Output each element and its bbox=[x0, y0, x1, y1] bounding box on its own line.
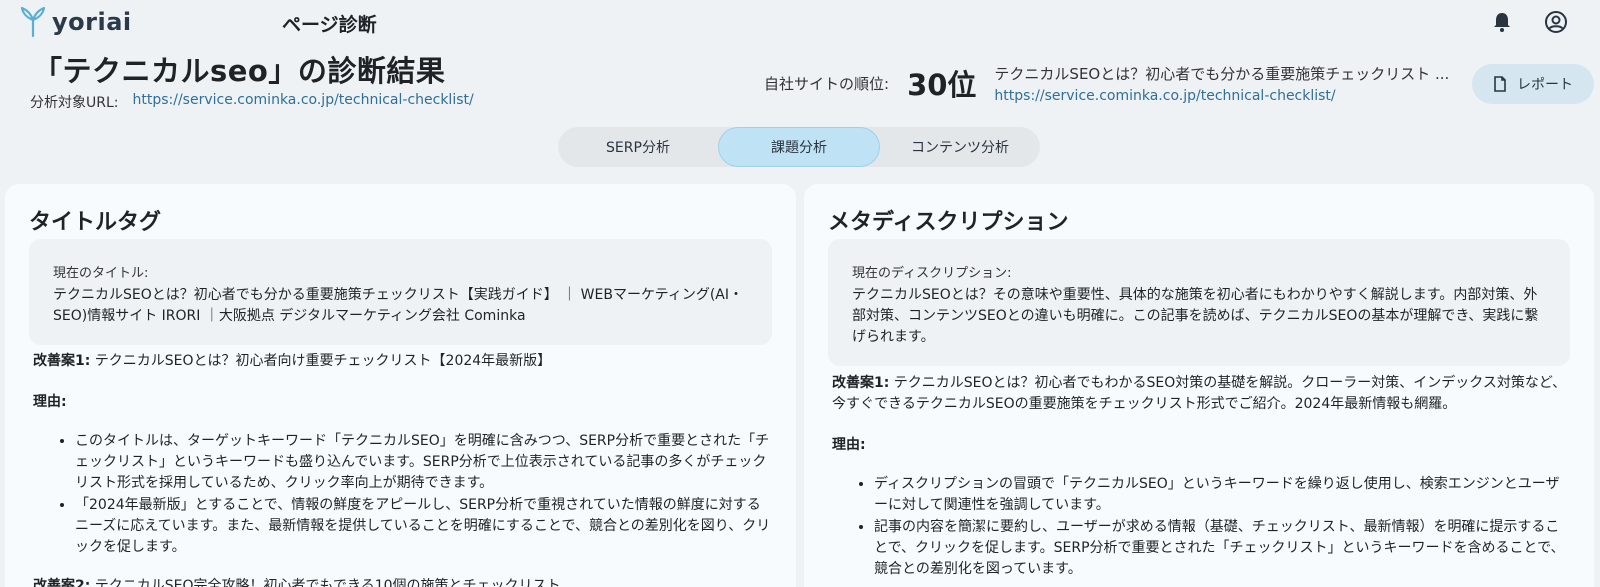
meta-description-card: メタディスクリプション 現在のディスクリプション: テクニカルSEOとは？その意… bbox=[804, 184, 1594, 587]
app-title: ページ診断 bbox=[282, 14, 377, 36]
title-proposals: 改善案1: テクニカルSEOとは？初心者向け重要チェックリスト【2024年最新版… bbox=[33, 351, 772, 587]
description-proposals: 改善案1: テクニカルSEOとは？初心者でもわかるSEO対策の基礎を解説。クロー… bbox=[832, 373, 1570, 581]
tab-issue-analysis[interactable]: 課題分析 bbox=[718, 127, 880, 167]
target-url-label: 分析対象URL: bbox=[30, 95, 119, 111]
proposal-1-text: テクニカルSEOとは？初心者向け重要チェックリスト【2024年最新版】 bbox=[94, 353, 552, 369]
description-proposal-1: 改善案1: テクニカルSEOとは？初心者でもわかるSEO対策の基礎を解説。クロー… bbox=[832, 373, 1570, 415]
site-rank-block: 自社サイトの順位: 30位 テクニカルSEOとは？初心者でも分かる重要施策チェッ… bbox=[764, 62, 1454, 104]
reason-list: このタイトルは、ターゲットキーワード「テクニカルSEO」を明確に含みつつ、SER… bbox=[33, 431, 772, 558]
proposal-2-label: 改善案2: bbox=[33, 578, 91, 587]
current-title-box: 現在のタイトル: テクニカルSEOとは？初心者でも分かる重要施策チェックリスト【… bbox=[29, 239, 772, 345]
list-item: ディスクリプションの冒頭で「テクニカルSEO」というキーワードを繰り返し使用し、… bbox=[874, 474, 1570, 516]
meta-description-heading: メタディスクリプション bbox=[828, 210, 1069, 235]
proposal-1-text: テクニカルSEOとは？初心者でもわかるSEO対策の基礎を解説。クローラー対策、イ… bbox=[832, 375, 1567, 412]
report-button-label: レポート bbox=[1517, 77, 1573, 93]
proposal-1-label: 改善案1: bbox=[832, 375, 890, 391]
current-description-label: 現在のディスクリプション: bbox=[852, 266, 1012, 281]
top-bar: yoriai ページ診断 bbox=[0, 0, 1600, 46]
target-url-row: 分析対象URL: https://service.cominka.co.jp/t… bbox=[30, 92, 474, 112]
current-description-box: 現在のディスクリプション: テクニカルSEOとは？その意味や重要性、具体的な施策… bbox=[828, 239, 1570, 366]
proposal-2-text: テクニカルSEO完全攻略！初心者でもできる10個の施策とチェックリスト bbox=[94, 578, 561, 587]
title-tag-card: タイトルタグ 現在のタイトル: テクニカルSEOとは？初心者でも分かる重要施策チ… bbox=[5, 184, 796, 587]
title-tag-heading: タイトルタグ bbox=[29, 210, 162, 235]
current-title-label: 現在のタイトル: bbox=[53, 266, 149, 281]
logo[interactable]: yoriai bbox=[20, 6, 132, 38]
list-item: このタイトルは、ターゲットキーワード「テクニカルSEO」を明確に含みつつ、SER… bbox=[75, 431, 772, 494]
analysis-tabs: SERP分析 課題分析 コンテンツ分析 bbox=[558, 127, 1040, 167]
logo-text: yoriai bbox=[52, 8, 132, 36]
page-title: 「テクニカルseo」の診断結果 bbox=[33, 54, 446, 88]
proposal-1-label: 改善案1: bbox=[33, 353, 91, 369]
tab-content-analysis[interactable]: コンテンツ分析 bbox=[880, 127, 1040, 167]
rank-page-url[interactable]: https://service.cominka.co.jp/technical-… bbox=[994, 88, 1454, 104]
bell-icon[interactable] bbox=[1490, 10, 1514, 34]
user-icon[interactable] bbox=[1544, 10, 1568, 34]
report-button[interactable]: レポート bbox=[1472, 64, 1594, 104]
tab-serp-analysis[interactable]: SERP分析 bbox=[558, 127, 718, 167]
title-proposal-1: 改善案1: テクニカルSEOとは？初心者向け重要チェックリスト【2024年最新版… bbox=[33, 351, 772, 372]
rank-value: 30位 bbox=[907, 68, 977, 102]
list-item: 記事の内容を簡潔に要約し、ユーザーが求める情報（基礎、チェックリスト、最新情報）… bbox=[874, 517, 1570, 580]
list-item: 「2024年最新版」とすることで、情報の鮮度をアピールし、SERP分析で重視され… bbox=[75, 495, 772, 558]
reason-label: 理由: bbox=[33, 394, 67, 410]
rank-label: 自社サイトの順位: bbox=[764, 74, 890, 93]
reason-label: 理由: bbox=[832, 437, 866, 453]
title-proposal-2: 改善案2: テクニカルSEO完全攻略！初心者でもできる10個の施策とチェックリス… bbox=[33, 576, 772, 587]
rank-page-title: テクニカルSEOとは？初心者でも分かる重要施策チェックリスト ... bbox=[994, 64, 1450, 83]
reason-list: ディスクリプションの冒頭で「テクニカルSEO」というキーワードを繰り返し使用し、… bbox=[832, 474, 1570, 580]
current-description-text: テクニカルSEOとは？その意味や重要性、具体的な施策を初心者にもわかりやすく解説… bbox=[852, 287, 1539, 345]
document-icon bbox=[1494, 76, 1506, 92]
yoriai-logo-icon bbox=[20, 6, 46, 38]
current-title-text: テクニカルSEOとは？初心者でも分かる重要施策チェックリスト【実践ガイド】 ｜ … bbox=[53, 287, 743, 324]
target-url-link[interactable]: https://service.cominka.co.jp/technical-… bbox=[133, 92, 474, 112]
rank-info: テクニカルSEOとは？初心者でも分かる重要施策チェックリスト ... https… bbox=[994, 63, 1454, 104]
